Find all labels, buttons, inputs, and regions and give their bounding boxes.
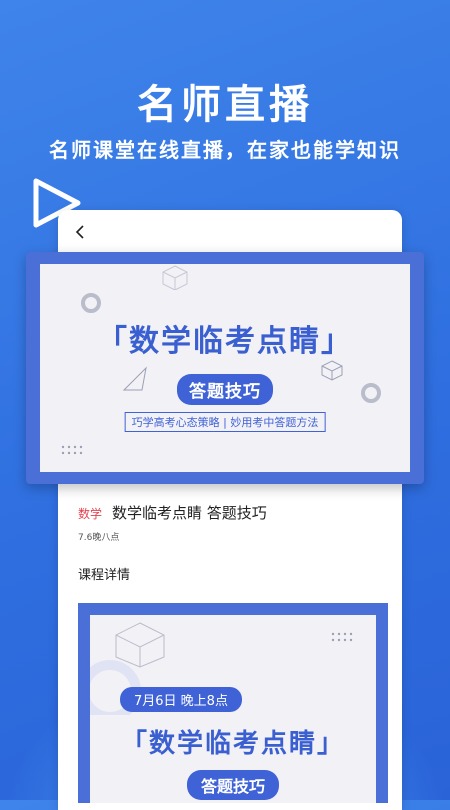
course-name: 数学临考点睛 答题技巧 [112,504,267,522]
course-title-row: 数学 数学临考点睛 答题技巧 [78,502,267,523]
triangle-decoration [122,366,147,391]
poster-pill: 答题技巧 [186,770,280,800]
ring-decoration [81,293,101,313]
banner-canvas: 「数学临考点睛」 答题技巧 巧学高考心态策略 | 妙用考中答题方法 [40,264,410,472]
course-detail-label: 课程详情 [78,568,131,583]
cube-decoration [321,360,343,381]
banner-pill: 答题技巧 [177,374,273,405]
banner-title: 「数学临考点睛」 [97,324,353,359]
dots-decoration [331,632,353,642]
back-arrow-icon[interactable] [72,224,88,240]
poster-date: 7月6日 晚上8点 [120,687,242,712]
cube-decoration [162,265,188,290]
course-poster: 7月6日 晚上8点 「数学临考点睛」 答题技巧 [78,603,388,803]
hero-subtitle: 名师课堂在线直播，在家也能学知识 [49,138,401,162]
course-banner[interactable]: 「数学临考点睛」 答题技巧 巧学高考心态策略 | 妙用考中答题方法 [26,252,424,484]
dots-decoration [61,445,83,455]
poster-canvas: 7月6日 晚上8点 「数学临考点睛」 答题技巧 [90,615,376,803]
poster-title: 「数学临考点睛」 [120,729,345,759]
hero-title: 名师直播 [137,82,313,128]
banner-tagline: 巧学高考心态策略 | 妙用考中答题方法 [124,412,326,432]
ring-decoration [361,383,381,403]
subject-tag: 数学 [78,507,103,521]
course-time: 7.6晚八点 [78,533,120,543]
